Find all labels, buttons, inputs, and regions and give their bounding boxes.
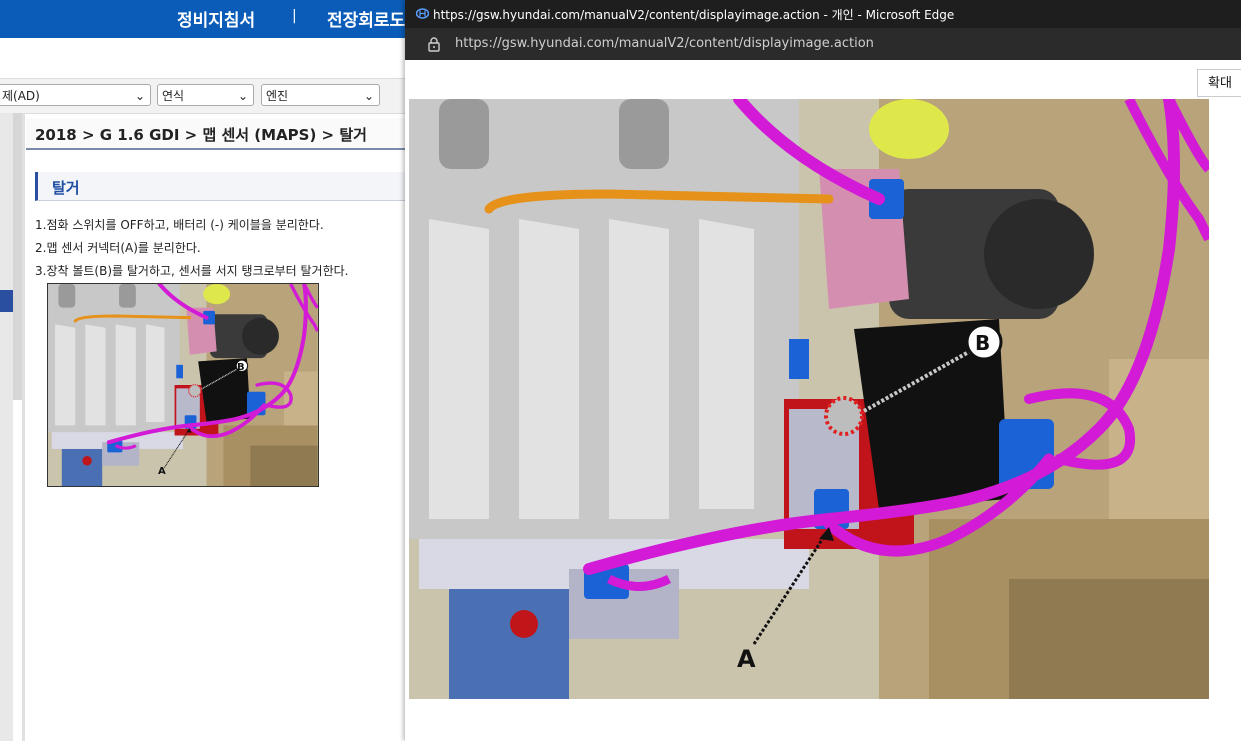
filter-bar: 제(AD) ⌄ 연식 ⌄ 엔진 ⌄ xyxy=(0,78,410,114)
section-header: 탈거 xyxy=(35,172,409,201)
enlarged-figure: B A xyxy=(409,99,1209,699)
nav-separator: | xyxy=(292,8,297,24)
step-2: 2.맵 센서 커넥터(A)를 분리한다. xyxy=(35,241,201,255)
panel-splitter[interactable] xyxy=(22,113,25,741)
model-select[interactable]: 제(AD) ⌄ xyxy=(0,84,151,106)
zoom-button[interactable]: 확대 xyxy=(1197,69,1241,97)
chevron-down-icon: ⌄ xyxy=(363,89,374,103)
callout-a: A xyxy=(158,466,166,477)
chevron-down-icon: ⌄ xyxy=(134,89,145,103)
engine-select-value: 엔진 xyxy=(266,89,289,103)
callout-a-large: A xyxy=(737,645,756,673)
engine-illustration-large: B A xyxy=(409,99,1209,699)
engine-select[interactable]: 엔진 ⌄ xyxy=(261,84,380,106)
popup-title: https://gsw.hyundai.com/manualV2/content… xyxy=(433,8,955,22)
callout-b: B xyxy=(237,362,245,373)
breadcrumb: 2018 > G 1.6 GDI > 맵 센서 (MAPS) > 탈거 xyxy=(26,118,406,150)
engine-illustration-thumbnail: B A xyxy=(48,284,318,486)
year-select[interactable]: 연식 ⌄ xyxy=(157,84,254,106)
callout-b-large: B xyxy=(975,331,990,355)
left-sidebar-strip xyxy=(0,113,25,741)
image-popup-window: https://gsw.hyundai.com/manualV2/content… xyxy=(405,0,1241,741)
section-title: 탈거 xyxy=(52,179,80,197)
step-3: 3.장착 볼트(B)를 탈거하고, 센서를 서지 탱크로부터 탈거한다. xyxy=(35,264,349,278)
nav-item-service-manual[interactable]: 정비지침서 xyxy=(177,6,255,31)
hyundai-favicon-icon xyxy=(416,8,429,19)
chevron-down-icon: ⌄ xyxy=(237,89,248,103)
popup-url[interactable]: https://gsw.hyundai.com/manualV2/content… xyxy=(455,36,874,51)
nav-item-wiring-diagram[interactable]: 전장회로도 xyxy=(327,6,405,31)
year-select-value: 연식 xyxy=(162,89,185,103)
lock-icon[interactable] xyxy=(426,36,442,52)
model-select-value: 제(AD) xyxy=(2,89,40,103)
sidebar-active-marker[interactable] xyxy=(0,290,13,312)
popup-title-bar: https://gsw.hyundai.com/manualV2/content… xyxy=(405,0,1241,28)
breadcrumb-text: 2018 > G 1.6 GDI > 맵 센서 (MAPS) > 탈거 xyxy=(35,126,367,144)
step-1: 1.점화 스위치를 OFF하고, 배터리 (-) 케이블을 분리한다. xyxy=(35,218,324,232)
figure-thumbnail[interactable]: B A xyxy=(47,283,319,487)
popup-address-bar: https://gsw.hyundai.com/manualV2/content… xyxy=(405,28,1241,60)
